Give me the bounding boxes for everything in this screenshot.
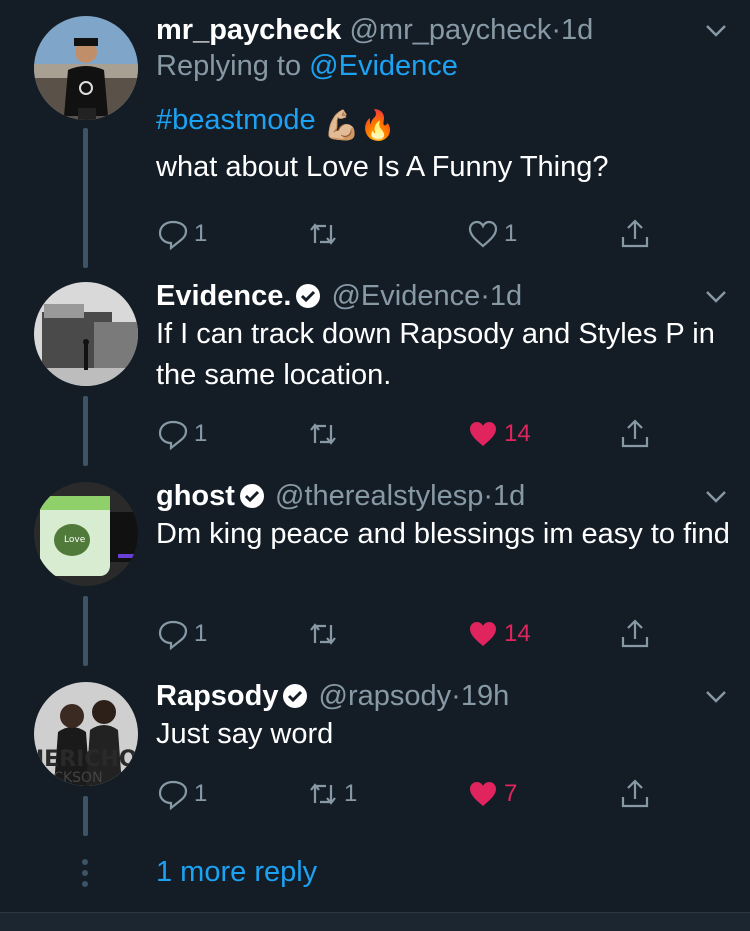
reply-button[interactable]: 1	[156, 774, 207, 814]
retweet-count: 1	[344, 780, 358, 807]
like-button[interactable]: 1	[466, 214, 517, 254]
like-count: 1	[504, 220, 518, 247]
reply-count: 1	[194, 220, 208, 247]
timestamp[interactable]: 1d	[493, 480, 525, 512]
share-icon	[621, 219, 649, 248]
reply-icon	[158, 620, 188, 651]
reply-icon	[158, 220, 188, 251]
tweet-body: what about Love Is A Funny Thing?	[156, 151, 609, 183]
tweet-actions: 1 14	[156, 414, 716, 454]
reply-button[interactable]: 1	[156, 614, 207, 654]
reply-button[interactable]: 1	[156, 414, 207, 454]
separator: ·	[451, 680, 461, 712]
separator: ·	[483, 480, 494, 512]
retweet-icon	[310, 423, 336, 445]
thread-line	[83, 796, 88, 836]
tweet-actions: 1 14	[156, 614, 716, 654]
avatar[interactable]	[34, 282, 138, 386]
user-handle[interactable]: @rapsody	[319, 680, 452, 712]
tweet-actions: 1 1 7	[156, 774, 716, 814]
heart-filled-icon	[470, 782, 496, 806]
thread-line	[83, 596, 88, 666]
tweet-header: mr_paycheck @mr_paycheck·1d	[156, 12, 730, 48]
share-icon	[621, 779, 649, 808]
share-button[interactable]	[618, 214, 652, 254]
heart-filled-icon	[470, 422, 496, 446]
replying-to-link[interactable]: @Evidence	[309, 50, 458, 82]
reply-count: 1	[194, 780, 208, 807]
verified-badge-icon	[296, 284, 321, 308]
retweet-button[interactable]	[306, 214, 344, 254]
tweet-header: ghost @therealstylesp·1d	[156, 478, 730, 514]
share-button[interactable]	[618, 774, 652, 814]
chevron-down-icon[interactable]	[702, 682, 730, 710]
user-handle[interactable]: @Evidence	[331, 280, 480, 312]
reply-icon	[158, 780, 188, 811]
retweet-icon	[310, 783, 336, 805]
thread-line	[83, 128, 88, 268]
like-count: 14	[504, 620, 531, 647]
verified-badge-icon	[239, 484, 264, 508]
share-button[interactable]	[618, 414, 652, 454]
bottom-bar	[0, 912, 750, 931]
svg-text:JACKSON: JACKSON	[39, 770, 103, 786]
verified-badge-icon	[283, 684, 308, 708]
display-name[interactable]: ghost	[156, 480, 235, 512]
reply-count: 1	[194, 420, 208, 447]
hashtag-link[interactable]: #beastmode	[156, 104, 316, 136]
retweet-button[interactable]: 1	[306, 774, 357, 814]
user-handle[interactable]: @therealstylesp	[275, 480, 483, 512]
like-count: 7	[504, 780, 518, 807]
tweet-actions: 1 1	[156, 214, 716, 254]
separator: ·	[480, 280, 490, 312]
avatar[interactable]: Love	[34, 482, 138, 586]
more-dots-icon	[82, 859, 88, 887]
reply-button[interactable]: 1	[156, 214, 207, 254]
reply-icon	[158, 420, 188, 451]
svg-text:Love: Love	[64, 535, 86, 545]
like-button[interactable]: 7	[466, 774, 517, 814]
like-button[interactable]: 14	[466, 614, 531, 654]
display-name[interactable]: Rapsody	[156, 680, 278, 712]
timestamp[interactable]: 19h	[461, 680, 509, 712]
retweet-icon	[310, 623, 336, 645]
share-icon	[621, 419, 649, 448]
thread-line	[83, 396, 88, 466]
emoji: 💪🏼🔥	[323, 110, 396, 142]
heart-icon	[468, 220, 498, 248]
replying-to: Replying to @Evidence	[156, 48, 730, 84]
avatar[interactable]	[34, 16, 138, 120]
chevron-down-icon[interactable]	[702, 482, 730, 510]
retweet-icon	[310, 223, 336, 245]
retweet-button[interactable]	[306, 414, 344, 454]
tweet-text: #beastmode 💪🏼🔥 what about Love Is A Funn…	[156, 100, 730, 188]
like-count: 14	[504, 420, 531, 447]
chevron-down-icon[interactable]	[702, 16, 730, 44]
timestamp[interactable]: 1d	[561, 14, 593, 46]
like-button[interactable]: 14	[466, 414, 531, 454]
separator: ·	[551, 14, 562, 46]
share-button[interactable]	[618, 614, 652, 654]
tweet-header: Evidence. @Evidence·1d	[156, 278, 730, 314]
reply-count: 1	[194, 620, 208, 647]
display-name[interactable]: Evidence.	[156, 280, 291, 312]
tweet-header: Rapsody @rapsody·19h	[156, 678, 730, 714]
avatar[interactable]: JERICHO JACKSON	[34, 682, 138, 786]
display-name[interactable]: mr_paycheck	[156, 14, 341, 46]
share-icon	[621, 619, 649, 648]
more-replies-link[interactable]: 1 more reply	[156, 856, 317, 889]
chevron-down-icon[interactable]	[702, 282, 730, 310]
user-handle[interactable]: @mr_paycheck	[349, 14, 551, 46]
svg-text:JERICHO: JERICHO	[34, 747, 138, 772]
retweet-button[interactable]	[306, 614, 344, 654]
tweet-text: If I can track down Rapsody and Styles P…	[156, 318, 715, 391]
timestamp[interactable]: 1d	[490, 280, 522, 312]
heart-filled-icon	[470, 622, 496, 646]
tweet-text: Dm king peace and blessings im easy to f…	[156, 518, 730, 550]
tweet-text: Just say word	[156, 718, 334, 750]
replying-label: Replying to	[156, 50, 302, 82]
